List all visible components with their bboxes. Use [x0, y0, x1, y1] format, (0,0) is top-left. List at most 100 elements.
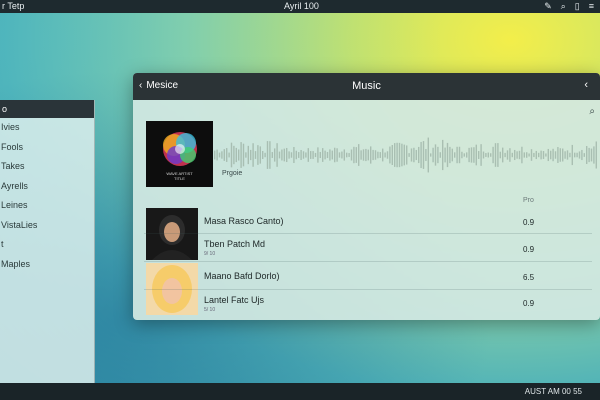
top-bar-app-label[interactable]: r Tetp	[2, 1, 24, 11]
column-header: Pro	[523, 197, 534, 204]
waveform-bar	[521, 146, 523, 164]
waveform-bar	[331, 150, 333, 160]
waveform-bar	[218, 152, 221, 158]
sidebar-item[interactable]: Maples	[0, 255, 94, 275]
waveform-bar	[413, 147, 415, 163]
track-value: 6.5	[523, 273, 535, 282]
sidebar-item[interactable]: Fools	[0, 138, 94, 158]
waveform-bar	[446, 142, 449, 168]
album-caption: WAVE ARTIST TITLE	[166, 171, 193, 181]
waveform-bar	[487, 152, 489, 158]
bottom-bar: AUST AM 00 55	[0, 383, 600, 400]
waveform-bar	[259, 146, 261, 164]
track-title[interactable]: Lantel Fatc Ujs	[204, 295, 264, 305]
waveform-bar	[542, 151, 545, 159]
waveform-bar	[514, 149, 516, 161]
sidebar-item[interactable]: VistaLies	[0, 216, 94, 236]
waveform-bar	[379, 152, 381, 158]
waveform-bar	[473, 147, 475, 163]
waveform-bar	[588, 147, 590, 163]
chevron-left-icon[interactable]: ‹	[584, 79, 588, 91]
waveform-bar	[461, 151, 463, 159]
waveform-bar	[290, 152, 293, 158]
waveform-bar	[533, 152, 535, 158]
waveform[interactable]	[213, 133, 600, 177]
waveform-bar	[516, 151, 518, 159]
waveform-bar	[468, 147, 470, 163]
waveform-bar	[538, 152, 540, 158]
waveform-bar	[523, 152, 525, 158]
waveform-bar	[307, 148, 309, 162]
sidebar-item[interactable]: Takes	[0, 157, 94, 177]
waveform-bar	[365, 148, 367, 162]
waveform-bar	[372, 149, 374, 161]
waveform-bar	[238, 149, 240, 161]
waveform-bar	[401, 143, 403, 167]
waveform-bar	[420, 141, 422, 169]
waveform-bar	[293, 146, 295, 164]
waveform-bar	[250, 149, 252, 161]
window-title: Music	[352, 80, 381, 92]
sidebar-item[interactable]: Ivies	[0, 118, 94, 138]
waveform-bar	[343, 149, 345, 161]
waveform-bar	[449, 146, 451, 164]
waveform-bar	[437, 146, 439, 164]
waveform-bar	[480, 144, 482, 166]
sidebar-item[interactable]: t	[0, 235, 94, 255]
waveform-bar	[562, 148, 564, 162]
window-header: ‹ Mesice Music ‹	[133, 73, 600, 100]
waveform-bar	[300, 149, 302, 161]
waveform-bar	[403, 144, 405, 166]
waveform-bar	[216, 149, 218, 161]
menu-icon[interactable]: ≡	[589, 1, 594, 12]
waveform-bar	[415, 149, 417, 161]
waveform-bar	[221, 151, 223, 159]
waveform-bar	[485, 153, 487, 157]
waveform-bar	[425, 149, 427, 161]
divider	[144, 233, 592, 234]
waveform-bar	[499, 151, 501, 159]
track-thumbnail[interactable]	[146, 208, 198, 260]
left-sidebar-window: o Ivies Fools Takes Ayrells Leines Vista…	[0, 100, 95, 383]
waveform-bar	[427, 137, 429, 173]
sidebar-item[interactable]: Leines	[0, 196, 94, 216]
waveform-bar	[228, 152, 230, 158]
waveform-bar	[283, 148, 285, 162]
waveform-bar	[257, 145, 259, 165]
edit-icon[interactable]: ✎	[544, 1, 552, 12]
sidebar-item[interactable]: Ayrells	[0, 177, 94, 197]
waveform-bar	[432, 147, 434, 163]
document-icon[interactable]: ▯	[575, 1, 580, 12]
album-art[interactable]: WAVE ARTIST TITLE	[146, 121, 213, 187]
search-icon[interactable]: ⌕	[589, 106, 595, 117]
waveform-bar	[590, 148, 593, 162]
track-title[interactable]: Maano Bafd Dorlo)	[204, 271, 280, 281]
waveform-bar	[490, 153, 492, 157]
waveform-bar	[242, 143, 245, 167]
waveform-bar	[482, 151, 485, 159]
waveform-bar	[382, 148, 384, 162]
waveform-bar	[576, 152, 578, 158]
waveform-bar	[396, 142, 398, 168]
waveform-bar	[370, 146, 372, 164]
waveform-bar	[566, 150, 569, 160]
track-title[interactable]: Tben Patch Md	[204, 239, 265, 249]
waveform-bar	[509, 148, 511, 162]
divider	[144, 261, 592, 262]
waveform-bar	[312, 151, 314, 159]
track-title[interactable]: Masa Rasco Canto)	[204, 216, 284, 226]
search-icon[interactable]: ⌕	[561, 1, 566, 12]
track-value: 0.9	[523, 245, 535, 254]
waveform-bar	[302, 151, 305, 159]
waveform-bar	[545, 153, 547, 157]
waveform-bar	[583, 153, 585, 157]
track-value: 0.9	[523, 218, 535, 227]
waveform-bar	[377, 151, 379, 159]
waveform-bar	[502, 147, 504, 163]
waveform-bar	[526, 152, 528, 158]
waveform-bar	[271, 152, 273, 158]
waveform-bar	[444, 147, 446, 163]
waveform-bar	[530, 149, 533, 161]
waveform-bar	[281, 149, 283, 161]
waveform-bar	[322, 148, 324, 162]
